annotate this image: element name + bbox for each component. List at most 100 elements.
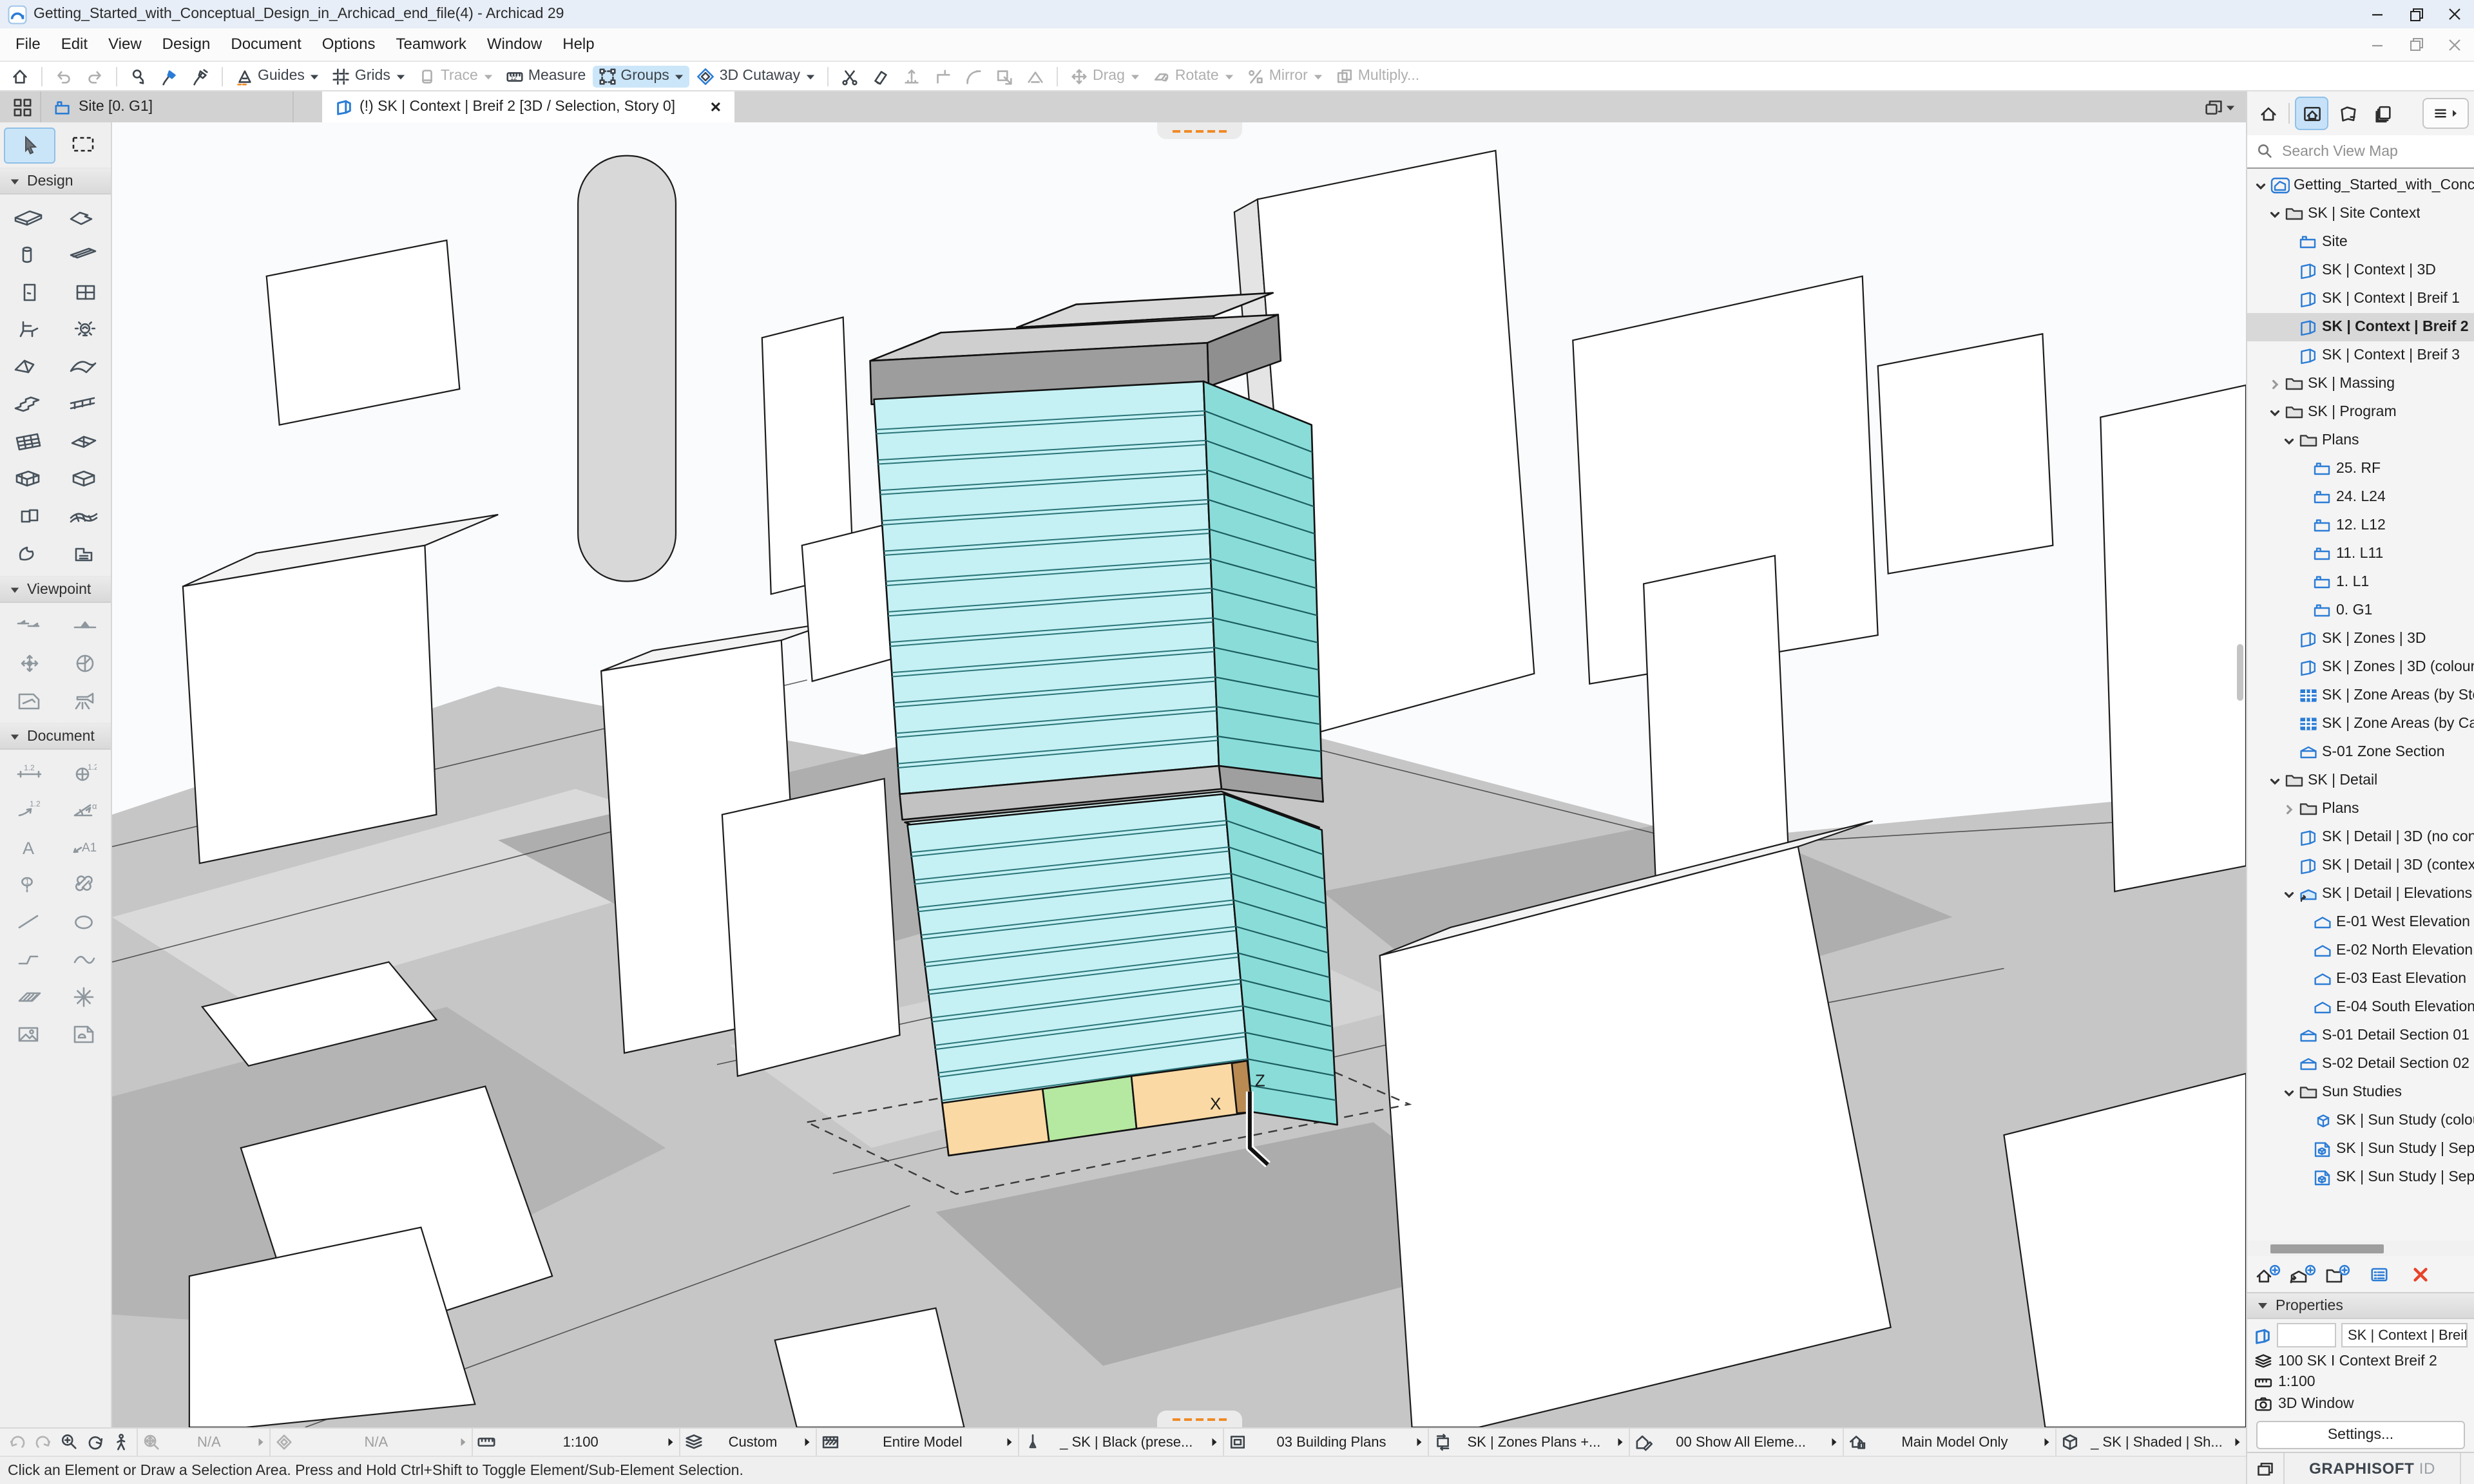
pickup-button[interactable] <box>124 65 153 87</box>
tree-item[interactable]: E-03 East Elevation <box>2247 965 2474 993</box>
viewport-3d[interactable]: Z X <box>112 122 2246 1427</box>
doc-restore-button[interactable] <box>2397 28 2435 61</box>
tree-item[interactable]: 25. RF <box>2247 455 2474 483</box>
tool-roof[interactable] <box>12 348 43 385</box>
tool-interior-elevation[interactable] <box>70 644 96 681</box>
view-map-search[interactable] <box>2247 135 2474 169</box>
tree-item[interactable]: Getting_Started_with_Concep <box>2247 171 2474 200</box>
tool-door[interactable] <box>15 273 41 310</box>
selected-tower[interactable]: Z X <box>870 293 1338 1165</box>
tool-dimension[interactable]: 1.2 <box>15 754 41 791</box>
tool-elevation[interactable] <box>70 607 96 644</box>
tree-item[interactable]: Site <box>2247 228 2474 256</box>
tree-item[interactable]: E-04 South Elevation <box>2247 993 2474 1022</box>
home-button[interactable] <box>5 65 35 87</box>
view-settings-list-button[interactable] <box>2368 1264 2390 1284</box>
menu-document[interactable]: Document <box>220 28 311 61</box>
doc-close-button[interactable] <box>2435 28 2474 61</box>
fillet-button[interactable] <box>959 65 988 87</box>
tool-radial-dimension[interactable]: 1.2 <box>15 791 41 828</box>
adjust-button[interactable] <box>897 65 926 87</box>
tool-wall[interactable] <box>12 198 43 236</box>
graphisoft-id[interactable]: GRAPHISOFT ID <box>2285 1460 2460 1478</box>
intersect-button[interactable] <box>928 65 957 87</box>
tree-item[interactable]: SK | Detail | Elevations <box>2247 880 2474 908</box>
tab-context-breif-2[interactable]: (!) SK | Context | Breif 2 [3D / Selecti… <box>322 91 734 122</box>
tool-text[interactable]: A <box>15 828 41 866</box>
tool-zone-stamp[interactable]: 1 <box>15 866 41 903</box>
properties-header[interactable]: Properties <box>2247 1292 2474 1319</box>
tool-opening[interactable] <box>68 460 99 497</box>
quickbar-scaleic[interactable]: 1:100 <box>471 1429 678 1456</box>
menu-teamwork[interactable]: Teamwork <box>386 28 477 61</box>
tree-item[interactable]: S-01 Detail Section 01 <box>2247 1022 2474 1050</box>
back-icon[interactable] <box>5 1432 28 1452</box>
restore-button[interactable] <box>2397 0 2435 28</box>
undo-button[interactable] <box>49 65 79 87</box>
quickbar-orient[interactable]: N/A <box>270 1429 472 1456</box>
tool-label[interactable]: A1 <box>70 828 96 866</box>
tree-item[interactable]: SK | Context | 3D <box>2247 256 2474 285</box>
tool-navigate[interactable] <box>15 644 41 681</box>
tool-zone[interactable] <box>70 535 96 572</box>
tab-overview-button[interactable] <box>2194 91 2246 122</box>
toolbox-section-design[interactable]: Design <box>0 167 111 195</box>
layer-combination-value[interactable]: 100 SK I Context Breif 2 <box>2278 1353 2437 1369</box>
menu-window[interactable]: Window <box>477 28 552 61</box>
groups-button[interactable]: Groups <box>592 65 689 87</box>
orbit-icon[interactable] <box>82 1432 106 1452</box>
quickbar-style3d[interactable]: _ SK | Shaded | Sh... <box>2056 1429 2246 1456</box>
tree-item[interactable]: Plans <box>2247 795 2474 823</box>
tree-item[interactable]: SK | Zones | 3D <box>2247 625 2474 653</box>
forward-icon[interactable] <box>31 1432 54 1452</box>
tree-item[interactable]: SK | Zone Areas (by Cate <box>2247 710 2474 738</box>
tool-angle-dimension[interactable]: α <box>70 791 96 828</box>
tree-item[interactable]: Plans <box>2247 426 2474 455</box>
tool-drawing[interactable] <box>70 1015 96 1052</box>
chevron-right-icon[interactable] <box>2281 802 2297 816</box>
quickbar-fitview[interactable]: N/A <box>137 1429 270 1456</box>
tool-slab[interactable] <box>68 198 99 236</box>
menu-edit[interactable]: Edit <box>51 28 98 61</box>
quickbar-layoutrot[interactable]: SK | Zones Plans +... <box>1428 1429 1629 1456</box>
tool-fill[interactable] <box>70 866 96 903</box>
delete-item-button[interactable] <box>2411 1264 2430 1284</box>
tool-railing[interactable] <box>68 385 99 423</box>
quickbar-partial[interactable]: Entire Model <box>816 1429 1018 1456</box>
scale-value[interactable]: 1:100 <box>2278 1375 2316 1390</box>
tool-spline[interactable] <box>70 940 96 978</box>
inject2-button[interactable] <box>186 65 215 87</box>
publisher-button[interactable] <box>2367 98 2398 129</box>
tool-skylight[interactable] <box>68 423 99 460</box>
tool-circle[interactable] <box>70 903 96 940</box>
tree-item[interactable]: 24. L24 <box>2247 483 2474 511</box>
tool-curtain-wall[interactable] <box>12 423 43 460</box>
adjust2-button[interactable] <box>866 65 896 87</box>
tree-item[interactable]: 0. G1 <box>2247 596 2474 625</box>
drag-button[interactable]: Drag <box>1064 65 1146 87</box>
tree-item[interactable]: 1. L1 <box>2247 568 2474 596</box>
grids-button[interactable]: Grids <box>327 65 411 87</box>
mirror-button[interactable]: Mirror <box>1241 65 1328 87</box>
tree-horizontal-scrollbar[interactable] <box>2247 1241 2474 1256</box>
tree-item[interactable]: SK | Massing <box>2247 370 2474 398</box>
inject-button[interactable] <box>155 65 184 87</box>
marquee-tool[interactable] <box>58 128 107 161</box>
view-map-button[interactable] <box>2295 97 2328 130</box>
palette-windows-icon[interactable] <box>2247 1453 2285 1484</box>
tree-item[interactable]: SK | Site Context <box>2247 200 2474 228</box>
chevron-right-icon[interactable] <box>2267 377 2283 391</box>
tool-panel[interactable] <box>15 497 41 535</box>
tool-column[interactable] <box>15 236 41 273</box>
viewport-scrollbar[interactable] <box>2237 644 2243 701</box>
zoom-in-icon[interactable] <box>57 1432 80 1452</box>
view-id-field[interactable] <box>2277 1323 2336 1347</box>
menu-help[interactable]: Help <box>552 28 604 61</box>
menu-view[interactable]: View <box>98 28 152 61</box>
tool-figure[interactable] <box>15 1015 41 1052</box>
tree-item[interactable]: E-01 West Elevation <box>2247 908 2474 937</box>
tool-star[interactable] <box>70 978 96 1015</box>
tree-item[interactable]: 11. L11 <box>2247 540 2474 568</box>
tool-mesh[interactable] <box>68 497 99 535</box>
search-input[interactable] <box>2279 142 2465 160</box>
